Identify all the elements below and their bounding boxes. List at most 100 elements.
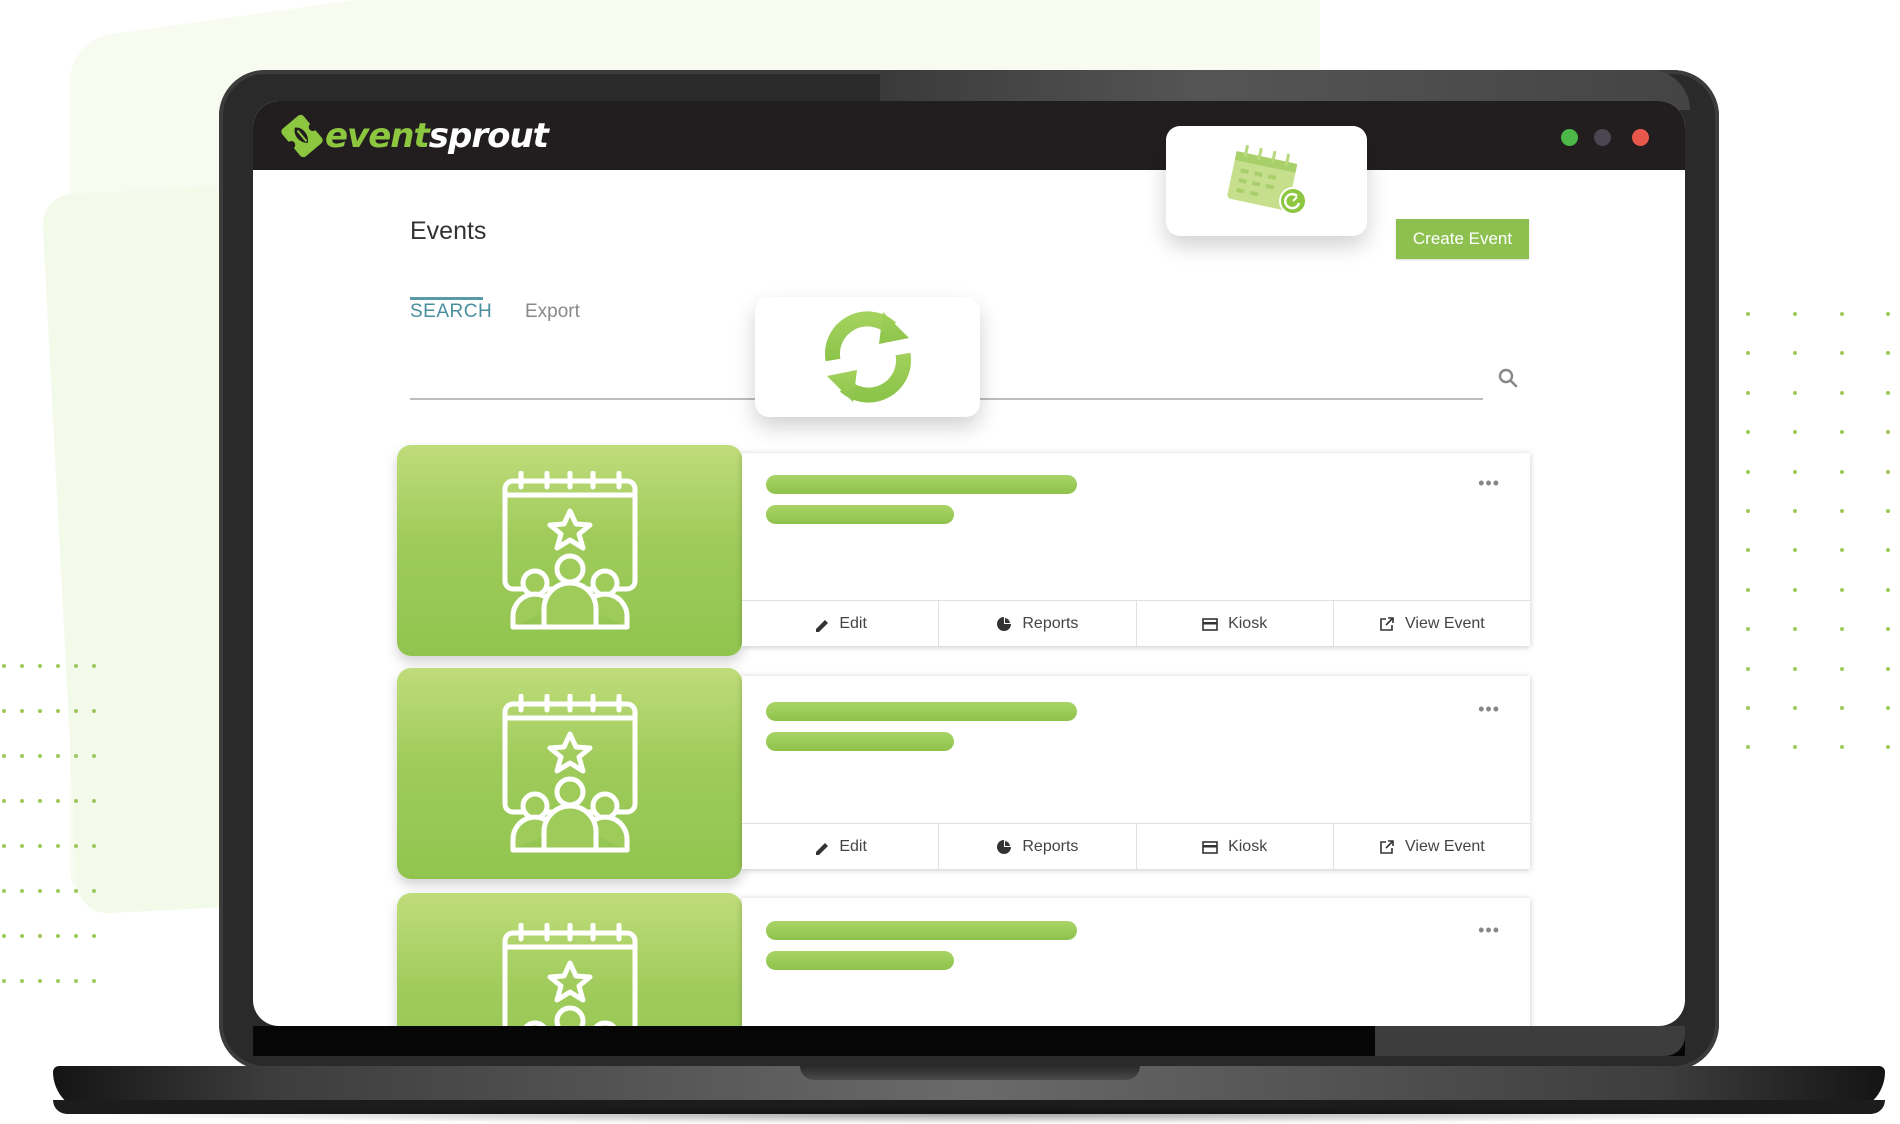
decor-dot xyxy=(1793,312,1797,316)
decor-dot xyxy=(2,934,6,938)
decor-dot xyxy=(2,754,6,758)
decor-dot xyxy=(1793,587,1797,592)
decor-dot xyxy=(1886,706,1891,710)
reports-button[interactable]: Reports xyxy=(939,824,1137,869)
decor-dot xyxy=(20,709,24,713)
decor-dot xyxy=(74,889,78,893)
edit-button[interactable]: Edit xyxy=(742,824,940,869)
decor-dot xyxy=(56,889,60,893)
decor-dot xyxy=(1793,430,1797,435)
decor-dot xyxy=(74,709,78,713)
decor-dot xyxy=(1746,706,1751,710)
external-link-icon xyxy=(1380,616,1394,631)
view-event-button[interactable]: View Event xyxy=(1334,601,1530,646)
event-title-placeholder xyxy=(766,921,1077,940)
action-label: Kiosk xyxy=(1228,837,1268,855)
action-label: Edit xyxy=(839,837,867,855)
decor-dot xyxy=(92,844,96,848)
edit-button[interactable]: Edit xyxy=(742,601,940,646)
decor-dot xyxy=(38,844,42,848)
decor-dot xyxy=(1746,627,1751,632)
decor-dot xyxy=(74,754,78,758)
app-window: eventsprout Events Create Event SEARCH E… xyxy=(253,101,1685,1026)
decor-dot xyxy=(92,754,96,758)
decor-dot xyxy=(1793,666,1797,671)
more-options-icon[interactable]: ••• xyxy=(1478,921,1500,939)
decor-dot xyxy=(38,664,42,668)
decor-dot xyxy=(2,664,6,668)
kiosk-button[interactable]: Kiosk xyxy=(1137,601,1334,646)
action-label: Kiosk xyxy=(1228,614,1268,632)
event-subtitle-placeholder xyxy=(766,732,954,751)
decor-dot xyxy=(1793,390,1797,395)
decor-dot xyxy=(38,934,42,938)
decor-dot xyxy=(1793,509,1797,513)
tab-search[interactable]: SEARCH xyxy=(410,301,492,323)
decor-dot xyxy=(1839,351,1844,356)
decor-dot xyxy=(1746,548,1751,553)
more-options-icon[interactable]: ••• xyxy=(1478,474,1500,492)
edit-icon xyxy=(816,619,829,632)
decor-dot xyxy=(1746,430,1751,435)
kiosk-button[interactable]: Kiosk xyxy=(1137,824,1334,869)
decor-dot xyxy=(1839,666,1844,671)
decor-dot xyxy=(20,889,24,893)
decor-dot xyxy=(1746,666,1751,671)
decor-dot xyxy=(1839,706,1844,710)
window-minimize-button[interactable] xyxy=(1594,129,1611,146)
decor-dot xyxy=(1839,430,1844,435)
decor-dot xyxy=(92,664,96,668)
action-label: Reports xyxy=(1022,614,1079,632)
action-label: View Event xyxy=(1405,614,1485,632)
sprout-ticket-icon xyxy=(281,114,323,158)
refresh-icon[interactable] xyxy=(813,302,923,412)
decor-dot xyxy=(1886,627,1891,632)
decor-dot xyxy=(1793,706,1797,710)
decor-dot xyxy=(1793,627,1797,632)
kiosk-card-icon xyxy=(1202,617,1218,631)
decor-dot xyxy=(56,844,60,848)
title-bar: eventsprout xyxy=(253,101,1685,170)
reports-pie-icon xyxy=(997,839,1012,854)
tab-export[interactable]: Export xyxy=(525,301,580,323)
decor-dot xyxy=(2,979,6,983)
decor-dot xyxy=(56,934,60,938)
calendar-clock-icon xyxy=(1226,144,1307,215)
decor-dot xyxy=(1746,587,1751,592)
decor-dot xyxy=(1839,627,1844,632)
decor-dot xyxy=(1886,587,1891,592)
decor-dot xyxy=(1886,430,1891,435)
decor-dot xyxy=(1746,745,1751,750)
decor-dot xyxy=(20,934,24,938)
view-event-button[interactable]: View Event xyxy=(1334,824,1530,869)
reports-button[interactable]: Reports xyxy=(939,601,1137,646)
brand-logo[interactable]: eventsprout xyxy=(279,111,549,161)
more-options-icon[interactable]: ••• xyxy=(1478,700,1500,718)
decor-dot xyxy=(74,979,78,983)
kiosk-card-icon xyxy=(1202,840,1218,854)
decor-dot xyxy=(20,979,24,983)
decor-dot xyxy=(1886,509,1891,513)
window-maximize-button[interactable] xyxy=(1561,129,1578,146)
event-card: ••• Edit Reports Kiosk View Event xyxy=(742,676,1530,869)
decor-dot xyxy=(20,664,24,668)
search-icon[interactable] xyxy=(1496,366,1520,390)
decor-dot xyxy=(1886,548,1891,553)
create-event-button[interactable]: Create Event xyxy=(1396,219,1529,259)
decor-dot xyxy=(1793,548,1797,553)
event-image[interactable] xyxy=(397,668,742,879)
decor-dot xyxy=(20,844,24,848)
decor-dot xyxy=(1793,745,1797,750)
window-close-button[interactable] xyxy=(1632,129,1649,146)
decor-dot xyxy=(1839,548,1844,553)
event-image[interactable] xyxy=(397,893,742,1026)
decor-dot xyxy=(38,979,42,983)
decor-dot xyxy=(1839,587,1844,592)
event-card: ••• Edit Reports Kiosk View Event xyxy=(742,453,1530,646)
event-image[interactable] xyxy=(397,445,742,656)
decor-dot xyxy=(1746,312,1751,316)
decor-dot xyxy=(38,709,42,713)
brand-name: eventsprout xyxy=(325,116,549,156)
decor-dot xyxy=(56,754,60,758)
decor-dot xyxy=(56,979,60,983)
